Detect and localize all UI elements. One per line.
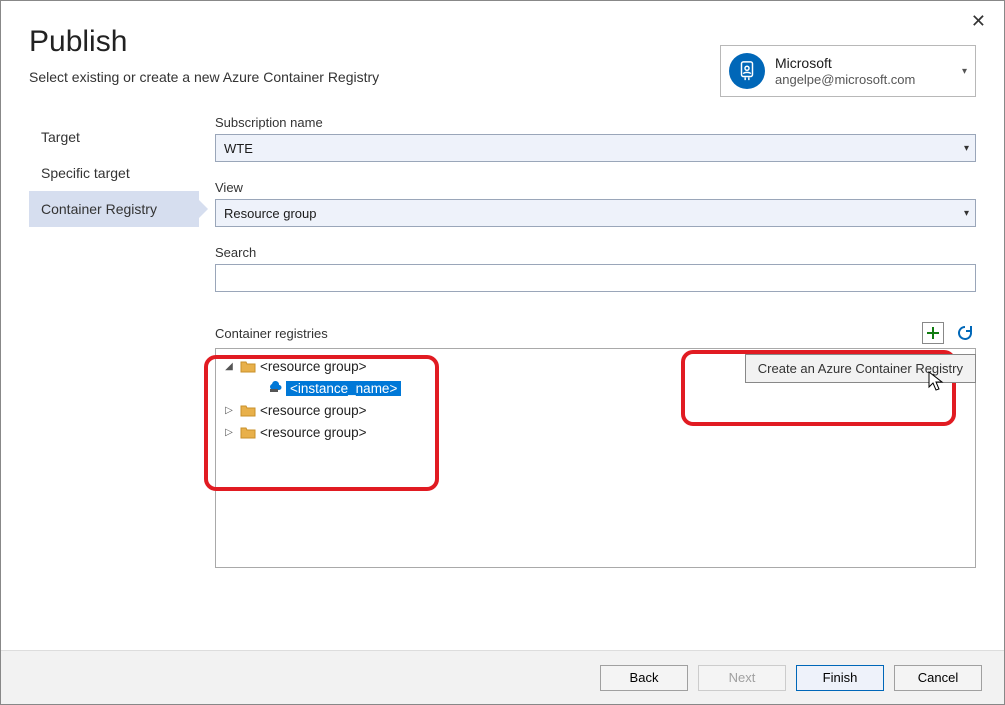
view-dropdown[interactable]: Resource group ▾ xyxy=(215,199,976,227)
account-selector[interactable]: Microsoft angelpe@microsoft.com ▾ xyxy=(720,45,976,97)
account-avatar-icon xyxy=(729,53,765,89)
next-button: Next xyxy=(698,665,786,691)
tree-group-row[interactable]: ▷ <resource group> xyxy=(222,421,969,443)
registries-title: Container registries xyxy=(215,326,328,341)
close-icon: ✕ xyxy=(971,11,986,31)
add-registry-tooltip: Create an Azure Container Registry xyxy=(745,354,976,383)
tree-label: <resource group> xyxy=(260,403,367,418)
step-container-registry[interactable]: Container Registry xyxy=(29,191,199,227)
form-column: Subscription name WTE ▾ View Resource gr… xyxy=(215,115,976,568)
view-label: View xyxy=(215,180,976,195)
expand-collapse-icon[interactable]: ◢ xyxy=(222,361,236,372)
back-button[interactable]: Back xyxy=(600,665,688,691)
finish-button[interactable]: Finish xyxy=(796,665,884,691)
step-target[interactable]: Target xyxy=(29,119,199,155)
folder-icon xyxy=(240,359,256,373)
add-registry-button[interactable] xyxy=(922,322,944,344)
tree-label: <resource group> xyxy=(260,359,367,374)
chevron-down-icon: ▾ xyxy=(964,143,969,154)
dialog-footer: Back Next Finish Cancel xyxy=(1,650,1004,704)
plus-icon xyxy=(926,326,940,340)
step-specific-target[interactable]: Specific target xyxy=(29,155,199,191)
view-value: Resource group xyxy=(224,206,317,221)
search-input[interactable] xyxy=(215,264,976,292)
cancel-button[interactable]: Cancel xyxy=(894,665,982,691)
account-email: angelpe@microsoft.com xyxy=(775,72,952,88)
tree-label: <instance_name> xyxy=(286,381,401,396)
close-button[interactable]: ✕ xyxy=(963,7,994,36)
registry-icon xyxy=(266,380,282,397)
tree-group-row[interactable]: ▷ <resource group> xyxy=(222,399,969,421)
subscription-value: WTE xyxy=(224,141,253,156)
subscription-dropdown[interactable]: WTE ▾ xyxy=(215,134,976,162)
folder-icon xyxy=(240,403,256,417)
search-label: Search xyxy=(215,245,976,260)
publish-dialog: ✕ Publish Select existing or create a ne… xyxy=(0,0,1005,705)
account-text: Microsoft angelpe@microsoft.com xyxy=(775,55,952,87)
refresh-button[interactable] xyxy=(954,322,976,344)
wizard-steps: Target Specific target Container Registr… xyxy=(29,115,199,568)
tree-label: <resource group> xyxy=(260,425,367,440)
account-name: Microsoft xyxy=(775,55,952,72)
refresh-icon xyxy=(956,324,974,342)
expand-collapse-icon[interactable]: ▷ xyxy=(222,427,236,438)
chevron-down-icon: ▾ xyxy=(964,208,969,219)
chevron-down-icon: ▾ xyxy=(962,66,967,77)
expand-collapse-icon[interactable]: ▷ xyxy=(222,405,236,416)
folder-icon xyxy=(240,425,256,439)
subscription-label: Subscription name xyxy=(215,115,976,130)
